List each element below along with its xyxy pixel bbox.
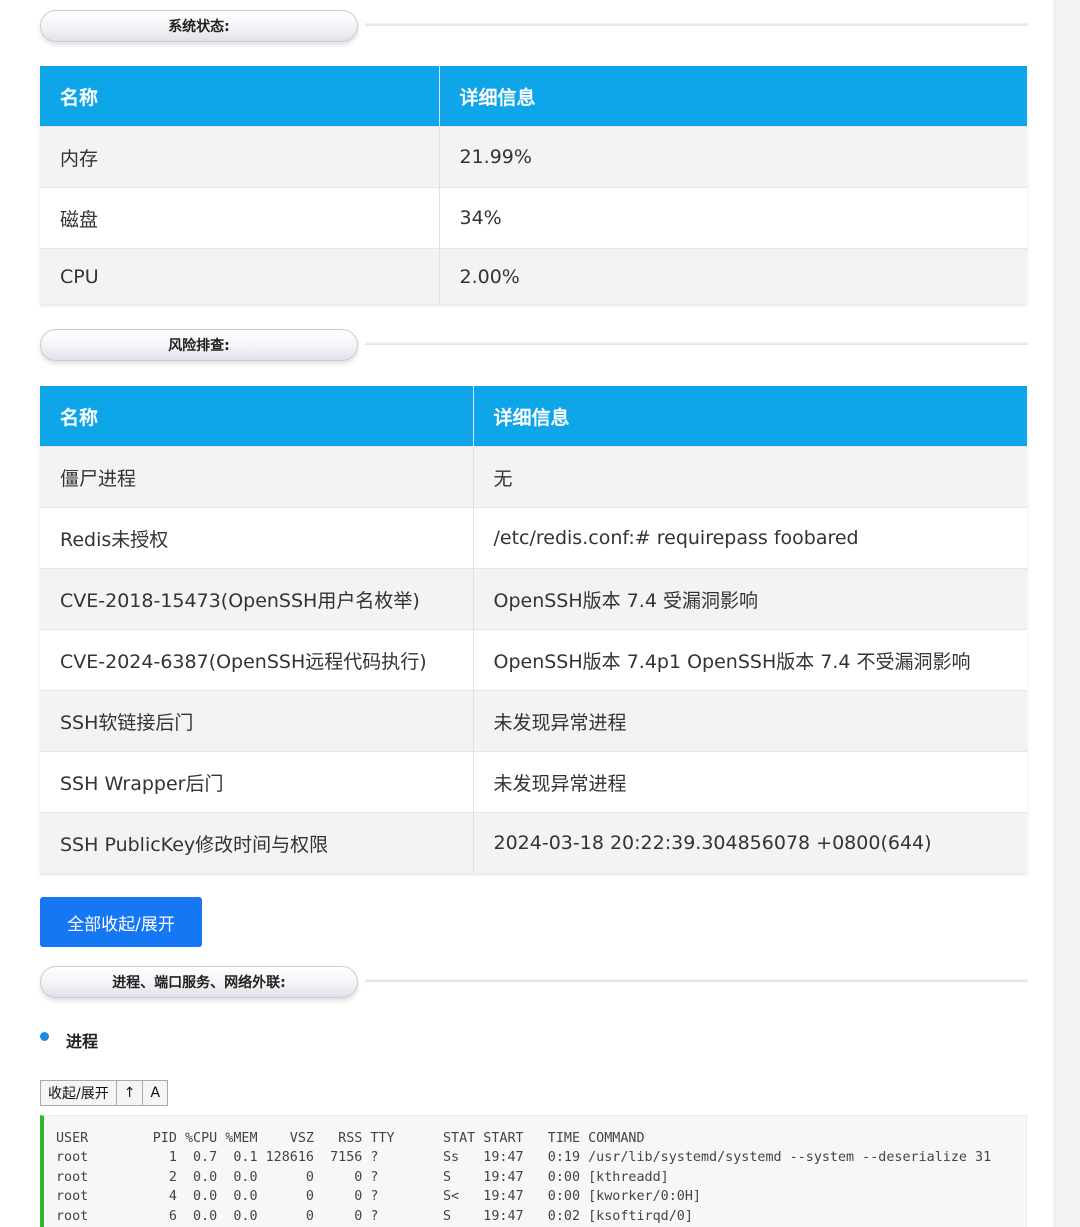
row-detail: 2024-03-18 20:22:39.304856078 +0800(644) [473,812,1027,873]
row-detail: OpenSSH版本 7.4 受漏洞影响 [473,568,1027,630]
table-row: 磁盘 34% [40,187,1027,249]
code-line: root 2 0.0 0.0 0 0 ? S 19:47 0:00 [kthre… [56,1169,669,1185]
process-section-title: 进程、端口服务、网络外联: [40,966,358,998]
table-header-row: 名称 详细信息 [40,66,1027,127]
system-status-table: 名称 详细信息 内存 21.99% 磁盘 34% CPU 2.00% [40,66,1027,304]
table-row: SSH PublicKey修改时间与权限 2024-03-18 20:22:39… [40,812,1027,873]
row-name: 僵尸进程 [40,446,474,508]
process-output: USER PID %CPU %MEM VSZ RSS TTY STAT STAR… [44,1116,1026,1226]
process-output-box[interactable]: USER PID %CPU %MEM VSZ RSS TTY STAT STAR… [40,1115,1027,1227]
row-name: CPU [40,248,440,304]
process-section-header: 进程、端口服务、网络外联: [40,966,1028,1002]
section-divider [365,342,1028,345]
row-name: 内存 [40,126,440,188]
code-toolbar: 收起/展开 ↑ A [40,1080,169,1106]
font-size-button[interactable]: A [143,1081,167,1105]
table-header-row: 名称 详细信息 [40,386,1027,447]
code-line: root 6 0.0 0.0 0 0 ? S 19:47 0:02 [ksoft… [56,1208,693,1224]
column-header-name: 名称 [40,66,440,127]
row-detail: OpenSSH版本 7.4p1 OpenSSH版本 7.4 不受漏洞影响 [473,629,1027,691]
row-name: 磁盘 [40,187,440,249]
row-name: SSH Wrapper后门 [40,751,474,813]
column-header-name: 名称 [40,386,474,447]
row-detail: 无 [473,446,1027,508]
table-row: SSH软链接后门 未发现异常进程 [40,690,1027,752]
column-header-detail: 详细信息 [473,386,1027,447]
collapse-expand-button[interactable]: 收起/展开 [41,1081,117,1105]
row-name: Redis未授权 [40,507,474,569]
scroll-top-button[interactable]: ↑ [117,1081,144,1105]
table-row: SSH Wrapper后门 未发现异常进程 [40,751,1027,813]
row-detail: /etc/redis.conf:# requirepass foobared [473,507,1027,569]
code-line: root 4 0.0 0.0 0 0 ? S< 19:47 0:00 [kwor… [56,1189,701,1205]
process-subtitle: 进程 [40,1028,98,1052]
code-line: USER PID %CPU %MEM VSZ RSS TTY STAT STAR… [56,1131,645,1146]
table-row: 内存 21.99% [40,126,1027,188]
risk-check-table: 名称 详细信息 僵尸进程 无 Redis未授权 /etc/redis.conf:… [40,386,1027,873]
row-detail: 34% [439,187,1027,249]
table-row: CVE-2024-6387(OpenSSH远程代码执行) OpenSSH版本 7… [40,629,1027,691]
row-detail: 未发现异常进程 [473,751,1027,813]
table-row: 僵尸进程 无 [40,446,1027,508]
report-page: 系统状态: 名称 详细信息 内存 21.99% 磁盘 34% CPU 2.00% [0,0,1053,1227]
process-subtitle-label: 进程 [66,1032,99,1051]
row-detail: 未发现异常进程 [473,690,1027,752]
table-row: CVE-2018-15473(OpenSSH用户名枚举) OpenSSH版本 7… [40,568,1027,630]
column-header-detail: 详细信息 [439,66,1027,127]
table-row: Redis未授权 /etc/redis.conf:# requirepass f… [40,507,1027,569]
risk-check-header: 风险排查: [40,329,1028,365]
bullet-icon [40,1031,49,1041]
section-divider [365,23,1028,26]
section-divider [365,979,1028,982]
row-detail: 2.00% [439,248,1027,304]
row-name: CVE-2024-6387(OpenSSH远程代码执行) [40,629,474,691]
table-row: CPU 2.00% [40,248,1027,304]
toggle-all-button[interactable]: 全部收起/展开 [40,897,202,947]
code-line: root 1 0.7 0.1 128616 7156 ? Ss 19:47 0:… [56,1150,992,1166]
system-status-title: 系统状态: [40,10,358,42]
row-name: CVE-2018-15473(OpenSSH用户名枚举) [40,568,474,630]
row-detail: 21.99% [439,126,1027,188]
risk-check-title: 风险排查: [40,329,358,361]
system-status-header: 系统状态: [40,10,1028,46]
row-name: SSH PublicKey修改时间与权限 [40,812,474,873]
row-name: SSH软链接后门 [40,690,474,752]
